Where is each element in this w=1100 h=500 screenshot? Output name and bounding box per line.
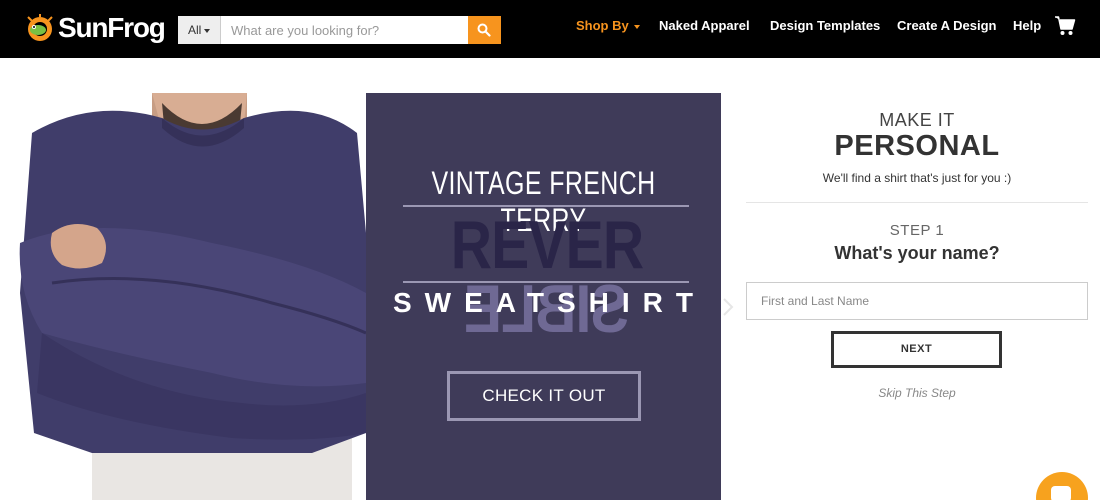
caret-down-icon	[633, 24, 640, 29]
step-question: What's your name?	[834, 243, 1000, 263]
nav-shop-by-label: Shop By	[576, 18, 629, 33]
search-category-label: All	[188, 23, 202, 37]
search-input[interactable]	[221, 16, 468, 44]
personal-subtitle: We'll find a shirt that's just for you :…	[822, 171, 1012, 185]
chevron-right-icon[interactable]	[722, 298, 734, 316]
skip-step-link[interactable]: Skip This Step	[746, 386, 1088, 400]
next-button[interactable]: NEXT	[831, 331, 1002, 368]
sunfrog-logo[interactable]: SunFrog	[25, 11, 166, 45]
chevron-left-icon[interactable]	[2, 298, 14, 316]
frog-logo-icon	[27, 14, 53, 41]
nav-design-templates[interactable]: Design Templates	[770, 18, 880, 38]
nav-shop-by[interactable]: Shop By	[576, 18, 640, 38]
hero-banner: VINTAGE FRENCH TERRY REVERSIBLE SWEATSHI…	[0, 93, 721, 500]
model-illustration	[19, 93, 366, 500]
chat-icon	[1051, 486, 1071, 500]
search-bar: All	[178, 16, 501, 44]
top-navbar: SunFrog All Shop By Naked Apparel Design…	[0, 0, 1100, 58]
personal-kicker: MAKE IT	[879, 110, 955, 130]
search-category-dropdown[interactable]: All	[178, 16, 221, 44]
personal-divider	[746, 202, 1088, 203]
name-input[interactable]	[746, 282, 1088, 320]
check-it-out-button[interactable]: CHECK IT OUT	[447, 371, 641, 421]
nav-help[interactable]: Help	[1013, 18, 1041, 38]
search-icon	[477, 23, 491, 37]
step-label: STEP 1	[889, 222, 945, 239]
search-button[interactable]	[468, 16, 501, 44]
cart-icon[interactable]	[1054, 15, 1076, 37]
caret-down-icon	[204, 28, 211, 33]
personal-title: PERSONAL	[834, 130, 1000, 162]
nav-create-a-design[interactable]: Create A Design	[897, 18, 996, 38]
chat-widget-button[interactable]	[1036, 472, 1088, 500]
model-photo	[12, 93, 366, 500]
logo-text: SunFrog	[58, 12, 166, 43]
nav-naked-apparel[interactable]: Naked Apparel	[659, 18, 750, 38]
reversible-wordmark: REVERSIBLE	[404, 211, 690, 347]
promo-subheadline: SWEATSHIRT	[392, 287, 707, 318]
promo-panel: VINTAGE FRENCH TERRY REVERSIBLE SWEATSHI…	[366, 93, 721, 500]
promo-divider-bottom	[403, 281, 689, 283]
